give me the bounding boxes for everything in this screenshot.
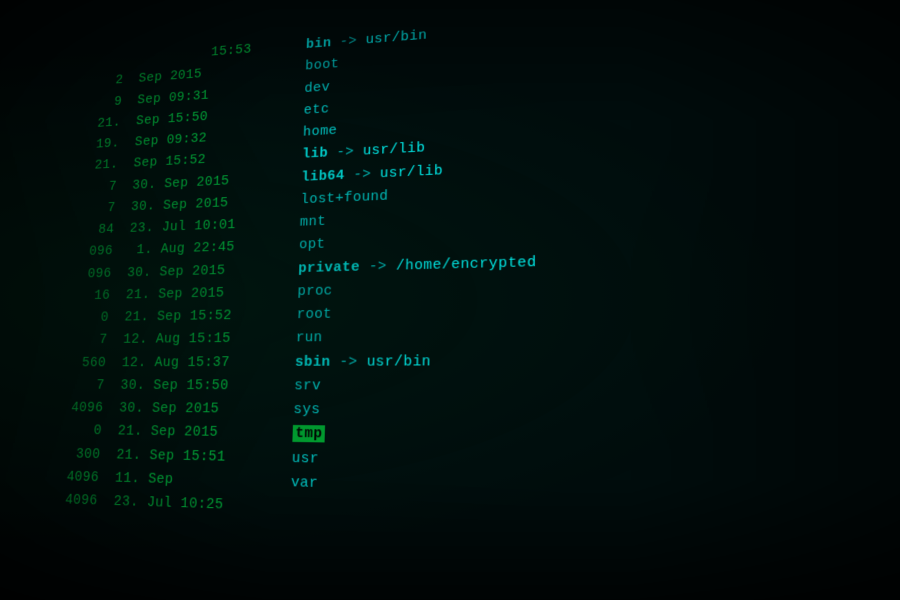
dir-srv: srv xyxy=(294,374,900,401)
line-12: 16 21. Sep 2015 xyxy=(62,281,288,307)
right-column: bin -> usr/bin boot dev etc home lib -> … xyxy=(277,0,900,600)
line-15: 560 12. Aug 15:37 xyxy=(58,351,286,374)
line-17: 4096 30. Sep 2015 xyxy=(55,397,285,421)
line-18: 0 21. Sep 2015 xyxy=(53,420,284,446)
terminal-content: 15:53 2 Sep 2015 9 Sep 09:31 21. Sep 15:… xyxy=(26,0,900,600)
dir-sbin: sbin -> usr/bin xyxy=(295,347,900,374)
left-column: 15:53 2 Sep 2015 9 Sep 09:31 21. Sep 15:… xyxy=(26,27,298,600)
line-13: 0 21. Sep 15:52 xyxy=(61,304,288,329)
terminal-window: 15:53 2 Sep 2015 9 Sep 09:31 21. Sep 15:… xyxy=(0,0,900,600)
line-16: 7 30. Sep 15:50 xyxy=(56,374,285,397)
line-14: 7 12. Aug 15:15 xyxy=(59,327,287,351)
